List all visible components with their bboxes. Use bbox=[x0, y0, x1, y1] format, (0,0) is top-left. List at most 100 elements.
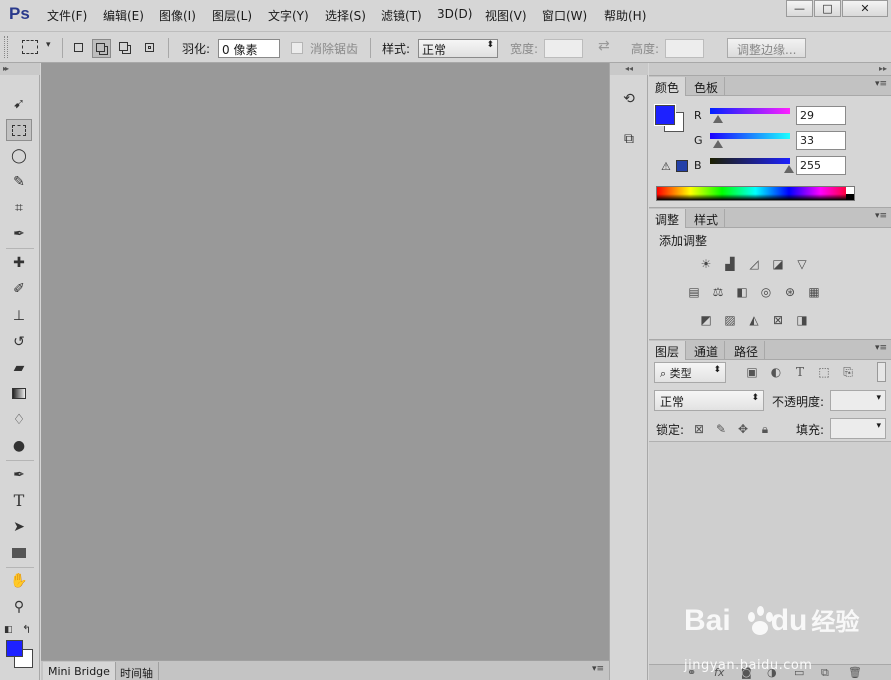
properties-panel-icon[interactable]: ⧉ bbox=[617, 127, 641, 151]
dodge-tool-icon[interactable]: ● bbox=[6, 435, 32, 457]
subtract-from-selection-icon[interactable] bbox=[116, 39, 135, 58]
menu-edit[interactable]: 编辑(E) bbox=[103, 7, 144, 24]
dock-collapse-icon[interactable]: ◂◂ bbox=[610, 63, 648, 75]
link-layers-icon[interactable]: ⚭ bbox=[687, 666, 696, 679]
menu-3d[interactable]: 3D(D) bbox=[437, 7, 472, 21]
g-slider[interactable] bbox=[710, 133, 790, 139]
tab-channels[interactable]: 通道 bbox=[688, 341, 726, 360]
swap-colors-icon[interactable]: ↰ bbox=[22, 623, 31, 636]
menu-select[interactable]: 选择(S) bbox=[325, 7, 366, 24]
gamut-color-swatch[interactable] bbox=[676, 160, 688, 172]
maximize-button[interactable]: □ bbox=[814, 0, 841, 17]
black-white-icon[interactable]: ◧ bbox=[733, 284, 751, 300]
swap-dimensions-icon[interactable]: ⇄ bbox=[598, 38, 610, 54]
toolbox-collapse-icon[interactable]: ▸▸ bbox=[0, 63, 40, 75]
antialias-checkbox[interactable] bbox=[291, 42, 303, 54]
tab-timeline[interactable]: 时间轴 bbox=[115, 662, 159, 680]
blend-mode-select[interactable]: 正常 ⬍ bbox=[654, 390, 764, 411]
brightness-contrast-icon[interactable]: ☀ bbox=[697, 256, 715, 272]
delete-layer-icon[interactable]: 🗑︎ bbox=[848, 666, 862, 679]
panel-menu-icon[interactable]: ▾≡ bbox=[875, 211, 887, 221]
feather-input[interactable]: 0 像素 bbox=[218, 39, 280, 58]
tab-mini-bridge[interactable]: Mini Bridge bbox=[43, 662, 116, 680]
photo-filter-icon[interactable]: ◎ bbox=[757, 284, 775, 300]
path-selection-tool-icon[interactable]: ➤ bbox=[6, 516, 32, 538]
layer-style-fx-icon[interactable]: fx bbox=[714, 666, 724, 679]
tab-color[interactable]: 颜色 bbox=[649, 77, 687, 96]
g-slider-thumb[interactable] bbox=[713, 140, 723, 148]
layer-filter-select[interactable]: ⌕ 类型 ⬍ bbox=[654, 362, 726, 383]
rectangular-marquee-tool-icon[interactable] bbox=[6, 119, 32, 141]
eyedropper-tool-icon[interactable]: ✒ bbox=[6, 223, 32, 245]
r-input[interactable]: 29 bbox=[796, 106, 846, 125]
tab-paths[interactable]: 路径 bbox=[728, 341, 766, 360]
intersect-selection-icon[interactable] bbox=[140, 39, 159, 58]
color-lookup-icon[interactable]: ▦ bbox=[805, 284, 823, 300]
tab-styles[interactable]: 样式 bbox=[688, 209, 726, 228]
refine-edge-button[interactable]: 调整边缘... bbox=[727, 38, 807, 58]
filter-type-icon[interactable]: T bbox=[792, 365, 808, 379]
new-layer-icon[interactable]: ⧉ bbox=[821, 666, 829, 680]
filter-pixel-icon[interactable]: ▣ bbox=[744, 365, 760, 379]
selective-color-icon[interactable]: ⊠ bbox=[769, 312, 787, 328]
gradient-map-icon[interactable]: ◨ bbox=[793, 312, 811, 328]
opacity-input[interactable]: ▾ bbox=[830, 390, 886, 411]
panels-collapse-icon[interactable]: ▸▸ bbox=[649, 63, 891, 75]
layers-list[interactable] bbox=[649, 441, 891, 664]
tab-swatches[interactable]: 色板 bbox=[688, 77, 726, 96]
eraser-tool-icon[interactable]: ▰ bbox=[6, 357, 32, 379]
b-slider-thumb[interactable] bbox=[784, 165, 794, 173]
filter-shape-icon[interactable]: ⬚ bbox=[816, 365, 832, 379]
posterize-icon[interactable]: ▨ bbox=[721, 312, 739, 328]
filter-adjustment-icon[interactable]: ◐ bbox=[768, 365, 784, 379]
move-tool-icon[interactable]: ➹ bbox=[6, 93, 32, 115]
menu-help[interactable]: 帮助(H) bbox=[604, 7, 646, 24]
menu-file[interactable]: 文件(F) bbox=[47, 7, 87, 24]
document-canvas-area[interactable] bbox=[41, 63, 609, 660]
threshold-icon[interactable]: ◭ bbox=[745, 312, 763, 328]
zoom-tool-icon[interactable]: ⚲ bbox=[6, 596, 32, 618]
invert-icon[interactable]: ◩ bbox=[697, 312, 715, 328]
history-brush-tool-icon[interactable]: ↺ bbox=[6, 331, 32, 353]
height-input[interactable] bbox=[665, 39, 704, 58]
hand-tool-icon[interactable]: ✋ bbox=[6, 570, 32, 592]
out-of-gamut-warning-icon[interactable]: ⚠ bbox=[661, 160, 671, 173]
r-slider-thumb[interactable] bbox=[713, 115, 723, 123]
panel-menu-icon[interactable]: ▾≡ bbox=[875, 79, 887, 89]
clone-stamp-tool-icon[interactable]: ⊥ bbox=[6, 305, 32, 327]
marquee-preset-icon[interactable] bbox=[22, 40, 38, 54]
lock-image-pixels-icon[interactable]: ✎ bbox=[713, 422, 729, 436]
color-spectrum-ramp[interactable] bbox=[656, 186, 855, 201]
channel-mixer-icon[interactable]: ⊛ bbox=[781, 284, 799, 300]
default-colors-icon[interactable]: ◧ bbox=[4, 625, 13, 635]
fill-input[interactable]: ▾ bbox=[830, 418, 886, 439]
filter-toggle-switch[interactable] bbox=[877, 362, 886, 382]
style-select[interactable]: 正常 ⬍ bbox=[418, 39, 498, 58]
r-slider[interactable] bbox=[710, 108, 790, 114]
menu-window[interactable]: 窗口(W) bbox=[542, 7, 587, 24]
hue-saturation-icon[interactable]: ▤ bbox=[685, 284, 703, 300]
lock-position-icon[interactable]: ✥ bbox=[735, 422, 751, 436]
gradient-tool-icon[interactable] bbox=[6, 383, 32, 405]
b-slider[interactable] bbox=[710, 158, 790, 164]
type-tool-icon[interactable]: T bbox=[6, 490, 32, 512]
menu-image[interactable]: 图像(I) bbox=[159, 7, 196, 24]
menu-layer[interactable]: 图层(L) bbox=[212, 7, 252, 24]
lock-transparent-pixels-icon[interactable]: ⊠ bbox=[691, 422, 707, 436]
blur-tool-icon[interactable]: ♢ bbox=[6, 409, 32, 431]
color-panel-fg-swatch[interactable] bbox=[654, 104, 676, 126]
levels-icon[interactable]: ▟ bbox=[721, 256, 739, 272]
new-selection-icon[interactable] bbox=[69, 39, 88, 58]
pen-tool-icon[interactable]: ✒ bbox=[6, 464, 32, 486]
new-group-icon[interactable]: ▭ bbox=[794, 666, 804, 679]
menu-view[interactable]: 视图(V) bbox=[485, 7, 527, 24]
foreground-color-swatch[interactable] bbox=[6, 640, 23, 657]
tab-adjustments[interactable]: 调整 bbox=[649, 209, 687, 228]
tab-layers[interactable]: 图层 bbox=[649, 341, 687, 360]
color-balance-icon[interactable]: ⚖ bbox=[709, 284, 727, 300]
add-to-selection-icon[interactable] bbox=[92, 39, 111, 58]
minimize-button[interactable]: — bbox=[786, 0, 813, 17]
curves-icon[interactable]: ◿ bbox=[745, 256, 763, 272]
history-panel-icon[interactable]: ⟲ bbox=[617, 87, 641, 111]
menu-type[interactable]: 文字(Y) bbox=[268, 7, 309, 24]
